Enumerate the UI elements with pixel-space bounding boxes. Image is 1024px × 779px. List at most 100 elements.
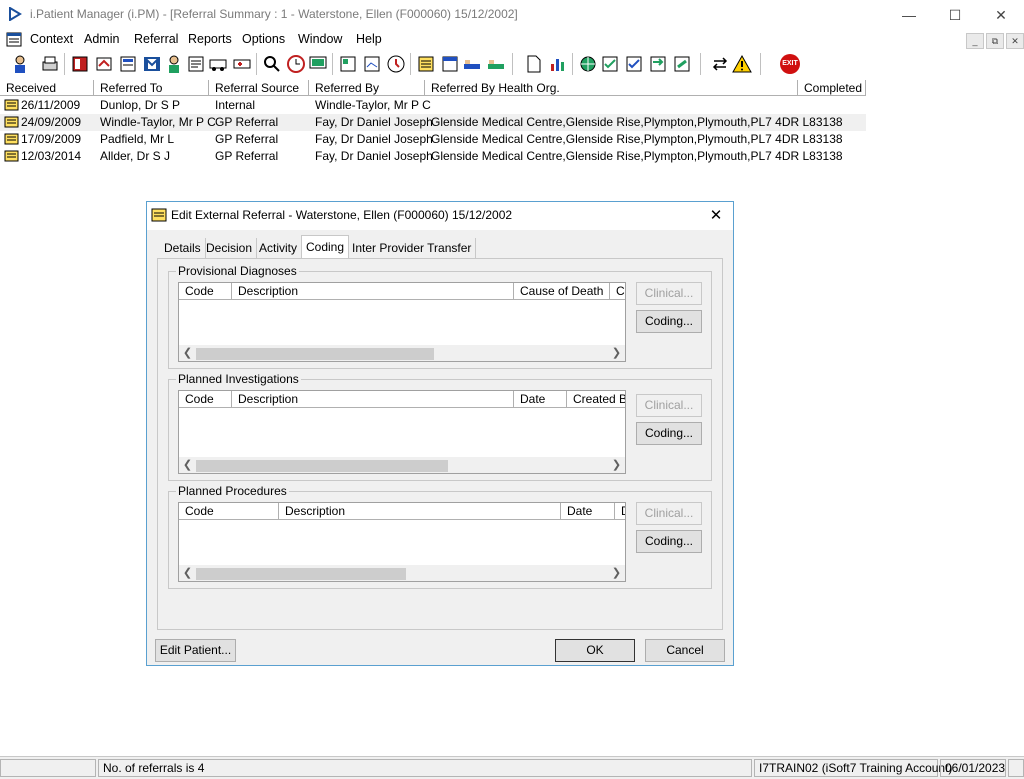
mdi-close-button[interactable]: ✕ — [1006, 33, 1024, 49]
procedures-horizontal-scrollbar[interactable]: ❮ ❯ — [179, 565, 625, 581]
maximize-button[interactable]: ☐ — [932, 0, 978, 30]
table-row[interactable]: 12/03/2014 Allder, Dr S J GP Referral Fa… — [0, 148, 866, 165]
investigations-horizontal-scrollbar[interactable]: ❮ ❯ — [179, 457, 625, 473]
chart-icon[interactable] — [548, 54, 568, 74]
tab-coding[interactable]: Coding — [301, 235, 350, 259]
referral-icon[interactable] — [94, 54, 114, 74]
scroll-right-icon[interactable]: ❯ — [608, 565, 625, 581]
menu-reports[interactable]: Reports — [188, 32, 232, 46]
monitor-icon[interactable] — [308, 54, 328, 74]
diagnoses-column-description[interactable]: Description — [232, 283, 514, 300]
diagnoses-column-c[interactable]: C — [610, 283, 625, 300]
procedures-grid[interactable]: Code Description Date D ❮ ❯ — [178, 502, 626, 582]
diagnoses-column-code[interactable]: Code — [179, 283, 232, 300]
record-icon[interactable] — [338, 54, 358, 74]
table-row[interactable]: 17/09/2009 Padfield, Mr L GP Referral Fa… — [0, 131, 866, 148]
edit-referral-dialog: Edit External Referral - Waterstone, Ell… — [146, 201, 734, 666]
scroll-thumb[interactable] — [196, 568, 406, 580]
investigations-clinical-button[interactable]: Clinical... — [636, 394, 702, 417]
diagnoses-grid[interactable]: Code Description Cause of Death C ❮ ❯ — [178, 282, 626, 362]
investigations-column-code[interactable]: Code — [179, 391, 232, 408]
letter-icon[interactable] — [362, 54, 382, 74]
procedures-coding-button[interactable]: Coding... — [636, 530, 702, 553]
close-button[interactable]: ✕ — [978, 0, 1024, 30]
checklist-icon[interactable] — [600, 54, 620, 74]
transfer-icon[interactable] — [648, 54, 668, 74]
menu-help[interactable]: Help — [356, 32, 382, 46]
table-row[interactable]: 24/09/2009 Windle-Taylor, Mr P C GP Refe… — [0, 114, 866, 131]
globe-icon[interactable] — [578, 54, 598, 74]
investigations-column-description[interactable]: Description — [232, 391, 514, 408]
cancel-button[interactable]: Cancel — [645, 639, 725, 662]
diagnoses-horizontal-scrollbar[interactable]: ❮ ❯ — [179, 345, 625, 361]
investigations-coding-button[interactable]: Coding... — [636, 422, 702, 445]
menu-context[interactable]: Context — [30, 32, 73, 46]
swap-icon[interactable] — [710, 54, 730, 74]
table-row[interactable]: 26/11/2009 Dunlop, Dr S P Internal Windl… — [0, 97, 866, 114]
investigations-grid[interactable]: Code Description Date Created By ❮ ❯ — [178, 390, 626, 474]
investigations-column-date[interactable]: Date — [514, 391, 567, 408]
clock-icon[interactable] — [286, 54, 306, 74]
diagnoses-clinical-button[interactable]: Clinical... — [636, 282, 702, 305]
minimize-button[interactable]: — — [886, 0, 932, 30]
scroll-right-icon[interactable]: ❯ — [608, 457, 625, 473]
mail-icon[interactable] — [142, 54, 162, 74]
dialog-close-button[interactable]: ✕ — [703, 205, 729, 227]
menu-window[interactable]: Window — [298, 32, 342, 46]
diagnoses-column-cause-of-death[interactable]: Cause of Death — [514, 283, 610, 300]
investigations-column-created-by[interactable]: Created By — [567, 391, 625, 408]
scroll-left-icon[interactable]: ❮ — [179, 457, 196, 473]
scroll-left-icon[interactable]: ❮ — [179, 345, 196, 361]
tab-details[interactable]: Details — [160, 238, 206, 258]
edit-patient-button[interactable]: Edit Patient... — [155, 639, 236, 662]
procedures-column-description[interactable]: Description — [279, 503, 561, 520]
column-referred-by[interactable]: Referred By — [309, 80, 425, 96]
transport-icon[interactable] — [208, 54, 228, 74]
print-icon[interactable] — [40, 54, 60, 74]
notes-icon[interactable] — [186, 54, 206, 74]
schedule-icon[interactable] — [440, 54, 460, 74]
procedures-column-date[interactable]: Date — [561, 503, 615, 520]
exit-icon[interactable]: EXIT — [780, 54, 800, 74]
history-icon[interactable] — [386, 54, 406, 74]
book-icon[interactable] — [70, 54, 90, 74]
document-icon[interactable] — [524, 54, 544, 74]
sync-icon[interactable] — [672, 54, 692, 74]
column-referred-by-org[interactable]: Referred By Health Org. — [425, 80, 798, 96]
tab-activity[interactable]: Activity — [255, 238, 303, 258]
form-icon[interactable] — [118, 54, 138, 74]
menu-admin[interactable]: Admin — [84, 32, 119, 46]
scroll-right-icon[interactable]: ❯ — [608, 345, 625, 361]
tab-inter-provider-transfer[interactable]: Inter Provider Transfer — [348, 238, 477, 258]
column-received[interactable]: Received — [0, 80, 94, 96]
scroll-thumb[interactable] — [196, 460, 448, 472]
scroll-left-icon[interactable]: ❮ — [179, 565, 196, 581]
cell-received: 26/11/2009 — [21, 98, 81, 112]
scroll-thumb[interactable] — [196, 348, 434, 360]
diagnoses-coding-button[interactable]: Coding... — [636, 310, 702, 333]
mdi-minimize-button[interactable]: _ — [966, 33, 984, 49]
warning-icon[interactable] — [732, 54, 752, 74]
column-referred-to[interactable]: Referred To — [94, 80, 209, 96]
patient-icon[interactable] — [10, 54, 30, 74]
cell-source: GP Referral — [215, 115, 279, 129]
ok-button[interactable]: OK — [555, 639, 635, 662]
search-icon[interactable] — [262, 54, 282, 74]
tab-decision[interactable]: Decision — [202, 238, 258, 258]
menu-referral[interactable]: Referral — [134, 32, 178, 46]
column-referral-source[interactable]: Referral Source — [209, 80, 309, 96]
doctor-icon[interactable] — [164, 54, 184, 74]
list-icon[interactable] — [416, 54, 436, 74]
ambulance-icon[interactable] — [232, 54, 252, 74]
procedures-clinical-button[interactable]: Clinical... — [636, 502, 702, 525]
approve-icon[interactable] — [624, 54, 644, 74]
procedures-column-d[interactable]: D — [615, 503, 625, 520]
bed-icon[interactable] — [462, 54, 482, 74]
cell-org: Glenside Medical Centre,Glenside Rise,Pl… — [431, 149, 843, 163]
ward-icon[interactable] — [486, 54, 506, 74]
column-completed[interactable]: Completed — [798, 80, 866, 96]
planned-procedures-group: Planned Procedures Code Description Date… — [168, 484, 712, 589]
mdi-restore-button[interactable]: ⧉ — [986, 33, 1004, 49]
menu-options[interactable]: Options — [242, 32, 285, 46]
procedures-column-code[interactable]: Code — [179, 503, 279, 520]
